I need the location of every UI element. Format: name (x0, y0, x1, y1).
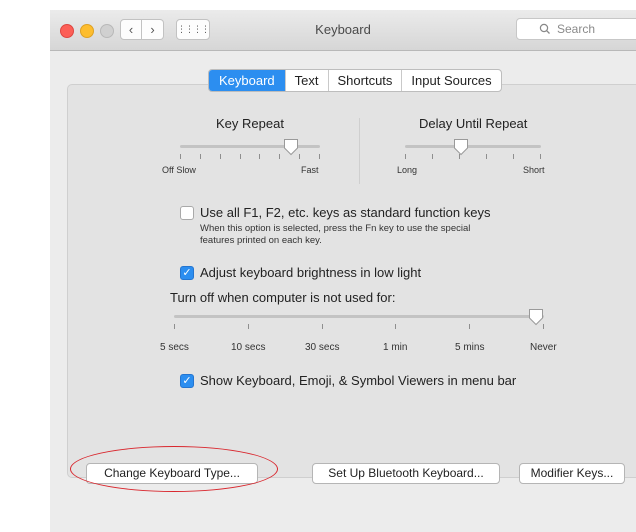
turn-off-thumb[interactable] (528, 308, 544, 326)
delay-until-repeat-title: Delay Until Repeat (419, 116, 528, 131)
delay-min-label: Long (397, 165, 418, 175)
checkmark-icon: ✓ (182, 375, 192, 387)
turn-off-tick-label: 10 secs (231, 342, 266, 353)
delay-until-repeat-tick (513, 154, 514, 159)
function-keys-checkbox[interactable] (180, 206, 194, 220)
turn-off-tick (174, 324, 175, 329)
tab-text[interactable]: Text (284, 70, 328, 91)
delay-until-repeat-tick (405, 154, 406, 159)
key-repeat-thumb[interactable] (283, 138, 299, 156)
function-keys-note-line1: When this option is selected, press the … (200, 223, 471, 234)
key-repeat-slider[interactable] (180, 138, 320, 166)
viewers-label: Show Keyboard, Emoji, & Symbol Viewers i… (200, 373, 517, 388)
key-repeat-tick (319, 154, 320, 159)
modifier-keys-button[interactable]: Modifier Keys... (519, 463, 625, 484)
delay-until-repeat-slider[interactable] (405, 138, 541, 166)
turn-off-tick (322, 324, 323, 329)
tab-keyboard[interactable]: Keyboard (209, 70, 285, 91)
turn-off-tick-label: Never (530, 342, 557, 353)
turn-off-label: Turn off when computer is not used for: (170, 290, 396, 305)
turn-off-tick (248, 324, 249, 329)
tab-bar: Keyboard Text Shortcuts Input Sources (208, 69, 502, 92)
key-repeat-tick (259, 154, 260, 159)
tab-shortcuts[interactable]: Shortcuts (327, 70, 402, 91)
key-repeat-tick (200, 154, 201, 159)
search-icon (539, 23, 550, 34)
brightness-label: Adjust keyboard brightness in low light (200, 265, 422, 280)
turn-off-tick-label: 5 mins (455, 342, 485, 353)
key-repeat-tick (180, 154, 181, 159)
brightness-checkbox[interactable]: ✓ (180, 266, 194, 280)
key-repeat-track[interactable] (180, 145, 320, 148)
turn-off-tick-label: 30 secs (305, 342, 340, 353)
delay-until-repeat-tick (486, 154, 487, 159)
turn-off-tick-labels: 5 secs 10 secs 30 secs 1 min 5 mins Neve… (50, 342, 636, 356)
delay-until-repeat-tick (432, 154, 433, 159)
key-repeat-tick (279, 154, 280, 159)
key-repeat-tick (299, 154, 300, 159)
delay-max-label: Short (523, 165, 545, 175)
function-keys-note-line2: features printed on each key. (200, 235, 322, 246)
function-keys-label: Use all F1, F2, etc. keys as standard fu… (200, 205, 491, 220)
turn-off-tick (395, 324, 396, 329)
key-repeat-max-label: Fast (301, 165, 319, 175)
checkmark-icon: ✓ (182, 267, 192, 279)
viewers-checkbox[interactable]: ✓ (180, 374, 194, 388)
turn-off-tick-label: 5 secs (160, 342, 189, 353)
delay-until-repeat-thumb[interactable] (453, 138, 469, 156)
search-placeholder: Search (557, 22, 596, 36)
key-repeat-title: Key Repeat (216, 116, 284, 131)
turn-off-tick (469, 324, 470, 329)
delay-until-repeat-track[interactable] (405, 145, 541, 148)
highlight-annotation (70, 446, 278, 492)
settings-pane (67, 84, 636, 478)
delay-until-repeat-tick (540, 154, 541, 159)
slider-divider (359, 118, 360, 184)
search-field[interactable]: Search (516, 18, 636, 40)
turn-off-slider[interactable] (174, 308, 544, 336)
bluetooth-keyboard-button[interactable]: Set Up Bluetooth Keyboard... (312, 463, 500, 484)
key-repeat-min-label: Off Slow (162, 165, 196, 175)
key-repeat-tick (220, 154, 221, 159)
tab-input-sources[interactable]: Input Sources (401, 70, 500, 91)
title-bar: ‹ › ⋮⋮⋮⋮ Keyboard Search (50, 10, 636, 51)
turn-off-tick-label: 1 min (383, 342, 408, 353)
key-repeat-tick (240, 154, 241, 159)
turn-off-track[interactable] (174, 315, 544, 318)
